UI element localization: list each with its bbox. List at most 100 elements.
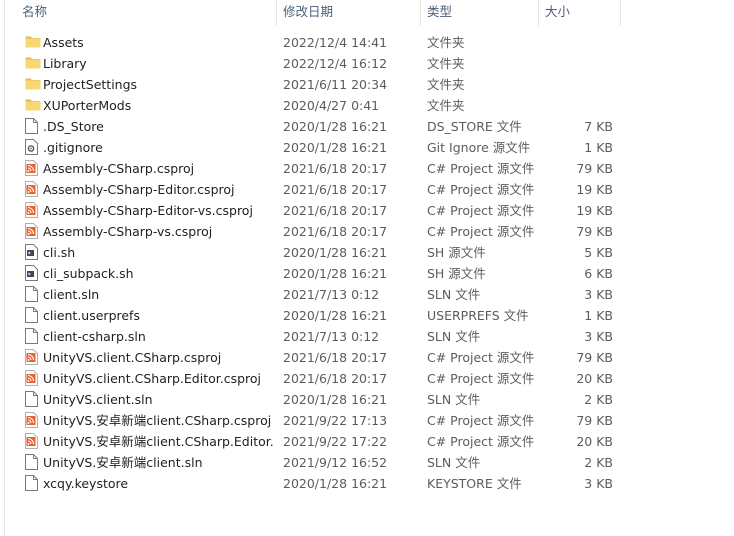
file-type: 文件夹 bbox=[427, 56, 465, 71]
file-row[interactable]: UnityVS.client.CSharp.csproj 2021/6/18 20… bbox=[0, 347, 734, 368]
file-size: 79 KB bbox=[576, 350, 613, 365]
file-row[interactable]: UnityVS.client.CSharp.Editor.csproj 2021/… bbox=[0, 368, 734, 389]
file-name: cli.sh bbox=[43, 245, 76, 260]
rss-file-icon bbox=[25, 370, 39, 386]
file-name: Assembly-CSharp-vs.csproj bbox=[43, 224, 213, 239]
file-size: 2 KB bbox=[584, 392, 613, 407]
file-type: C# Project 源文件 bbox=[427, 413, 535, 428]
column-header-bar: ^ 名称 修改日期 类型 大小 bbox=[0, 0, 734, 26]
file-row[interactable]: Library 2022/12/4 16:12 文件夹 bbox=[0, 53, 734, 74]
file-type: SH 源文件 bbox=[427, 266, 486, 281]
file-row[interactable]: UnityVS.安卓新端client.CSharp.csproj 2021/9/2… bbox=[0, 410, 734, 431]
file-name: client.sln bbox=[43, 287, 100, 302]
file-modified: 2020/1/28 16:21 bbox=[283, 308, 388, 323]
file-type: 文件夹 bbox=[427, 98, 465, 113]
file-row[interactable]: Assembly-CSharp-Editor.csproj 2021/6/18 2… bbox=[0, 179, 734, 200]
file-icon bbox=[25, 454, 39, 470]
file-type: SLN 文件 bbox=[427, 287, 481, 302]
file-row[interactable]: client.sln 2021/7/13 0:12 SLN 文件 3 KB bbox=[0, 284, 734, 305]
rss-file-icon bbox=[25, 433, 39, 449]
file-type: SLN 文件 bbox=[427, 329, 481, 344]
file-name: client.userprefs bbox=[43, 308, 140, 323]
file-modified: 2021/6/18 20:17 bbox=[283, 350, 388, 365]
rss-file-icon bbox=[25, 181, 39, 197]
file-modified: 2022/12/4 16:12 bbox=[283, 56, 388, 71]
file-modified: 2020/4/27 0:41 bbox=[283, 98, 380, 113]
file-type: C# Project 源文件 bbox=[427, 203, 535, 218]
rss-file-icon bbox=[25, 412, 39, 428]
file-size: 1 KB bbox=[584, 308, 613, 323]
file-size: 19 KB bbox=[576, 182, 613, 197]
file-icon bbox=[25, 118, 39, 134]
file-modified: 2020/1/28 16:21 bbox=[283, 119, 388, 134]
column-header-name-label: 名称 bbox=[22, 4, 48, 19]
file-row[interactable]: cli.sh 2020/1/28 16:21 SH 源文件 5 KB bbox=[0, 242, 734, 263]
rss-file-icon bbox=[25, 223, 39, 239]
file-row[interactable]: ProjectSettings 2021/6/11 20:34 文件夹 bbox=[0, 74, 734, 95]
file-modified: 2021/9/22 17:13 bbox=[283, 413, 388, 428]
column-header-modified[interactable]: 修改日期 bbox=[277, 0, 421, 26]
file-name: Assembly-CSharp-Editor.csproj bbox=[43, 182, 235, 197]
file-name: UnityVS.安卓新端client.CSharp.csproj bbox=[43, 413, 272, 428]
file-size: 79 KB bbox=[576, 161, 613, 176]
file-name: XUPorterMods bbox=[43, 98, 132, 113]
file-size: 3 KB bbox=[584, 329, 613, 344]
file-name: UnityVS.安卓新端client.sln bbox=[43, 455, 203, 470]
file-type: C# Project 源文件 bbox=[427, 371, 535, 386]
file-type: 文件夹 bbox=[427, 35, 465, 50]
file-modified: 2020/1/28 16:21 bbox=[283, 266, 388, 281]
file-row[interactable]: .gitignore 2020/1/28 16:21 Git Ignore 源文件 1… bbox=[0, 137, 734, 158]
file-row[interactable]: xcqy.keystore 2020/1/28 16:21 KEYSTORE 文件 3… bbox=[0, 473, 734, 494]
column-header-name[interactable]: 名称 bbox=[16, 0, 277, 26]
file-modified: 2021/6/18 20:17 bbox=[283, 161, 388, 176]
file-modified: 2021/9/12 16:52 bbox=[283, 455, 388, 470]
rss-file-icon bbox=[25, 160, 39, 176]
file-size: 3 KB bbox=[584, 476, 613, 491]
file-name: xcqy.keystore bbox=[43, 476, 129, 491]
file-row[interactable]: client-csharp.sln 2021/7/13 0:12 SLN 文件 3 K… bbox=[0, 326, 734, 347]
file-type: C# Project 源文件 bbox=[427, 350, 535, 365]
file-modified: 2021/6/11 20:34 bbox=[283, 77, 388, 92]
file-name: Assets bbox=[43, 35, 84, 50]
file-name: Assembly-CSharp-Editor-vs.csproj bbox=[43, 203, 253, 218]
file-type: SLN 文件 bbox=[427, 455, 481, 470]
file-type: USERPREFS 文件 bbox=[427, 308, 529, 323]
file-row[interactable]: XUPorterMods 2020/4/27 0:41 文件夹 bbox=[0, 95, 734, 116]
folder-icon bbox=[25, 55, 41, 71]
file-size: 5 KB bbox=[584, 245, 613, 260]
file-icon bbox=[25, 391, 39, 407]
file-type: Git Ignore 源文件 bbox=[427, 140, 531, 155]
file-row[interactable]: UnityVS.安卓新端client.sln 2021/9/12 16:52 SLN… bbox=[0, 452, 734, 473]
file-row[interactable]: Assets 2022/12/4 14:41 文件夹 bbox=[0, 32, 734, 53]
column-header-modified-label: 修改日期 bbox=[283, 4, 334, 19]
file-type: C# Project 源文件 bbox=[427, 182, 535, 197]
file-name: ProjectSettings bbox=[43, 77, 138, 92]
file-row[interactable]: Assembly-CSharp-Editor-vs.csproj 2021/6/1… bbox=[0, 200, 734, 221]
file-name: UnityVS.client.sln bbox=[43, 392, 153, 407]
file-row[interactable]: Assembly-CSharp-vs.csproj 2021/6/18 20:17… bbox=[0, 221, 734, 242]
file-modified: 2021/9/22 17:22 bbox=[283, 434, 388, 449]
file-row[interactable]: cli_subpack.sh 2020/1/28 16:21 SH 源文件 6 KB bbox=[0, 263, 734, 284]
file-size: 79 KB bbox=[576, 413, 613, 428]
file-size: 20 KB bbox=[576, 371, 613, 386]
file-row[interactable]: client.userprefs 2020/1/28 16:21 USERPREFS… bbox=[0, 305, 734, 326]
file-type: C# Project 源文件 bbox=[427, 224, 535, 239]
file-name: UnityVS.client.CSharp.csproj bbox=[43, 350, 222, 365]
folder-icon bbox=[25, 76, 41, 92]
folder-icon bbox=[25, 34, 41, 50]
file-name: .DS_Store bbox=[43, 119, 104, 134]
file-modified: 2021/6/18 20:17 bbox=[283, 182, 388, 197]
file-type: 文件夹 bbox=[427, 77, 465, 92]
column-header-type[interactable]: 类型 bbox=[421, 0, 539, 26]
file-row[interactable]: UnityVS.client.sln 2020/1/28 16:21 SLN 文件 2… bbox=[0, 389, 734, 410]
file-row[interactable]: .DS_Store 2020/1/28 16:21 DS_STORE 文件 7 KB bbox=[0, 116, 734, 137]
column-header-size[interactable]: 大小 bbox=[539, 0, 621, 26]
file-type: SH 源文件 bbox=[427, 245, 486, 260]
file-modified: 2021/6/18 20:17 bbox=[283, 224, 388, 239]
file-name: UnityVS.安卓新端client.CSharp.Editor.c... bbox=[43, 434, 273, 449]
file-icon bbox=[25, 328, 39, 344]
file-type: C# Project 源文件 bbox=[427, 434, 535, 449]
file-row[interactable]: Assembly-CSharp.csproj 2021/6/18 20:17 C# … bbox=[0, 158, 734, 179]
file-size: 19 KB bbox=[576, 203, 613, 218]
file-row[interactable]: UnityVS.安卓新端client.CSharp.Editor.c... 202… bbox=[0, 431, 734, 452]
